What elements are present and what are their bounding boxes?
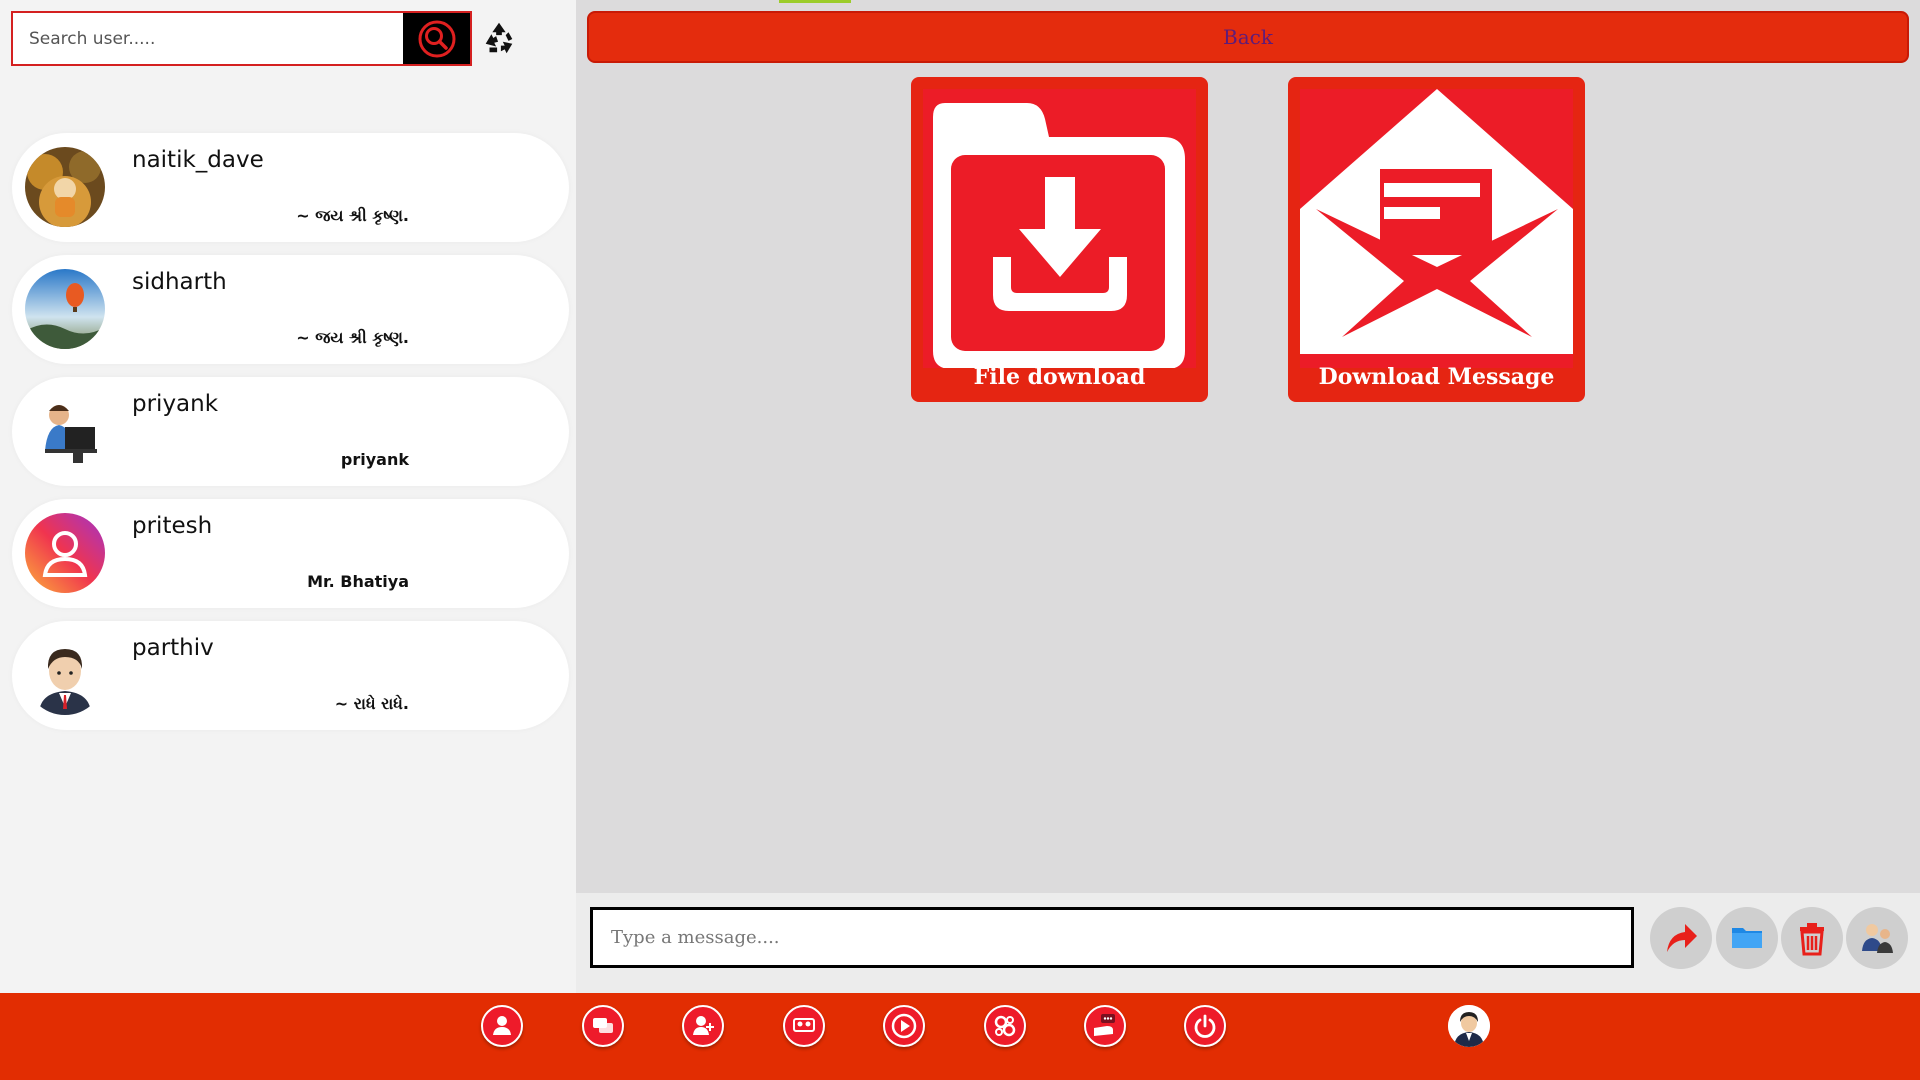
chat-icon [593, 1018, 613, 1033]
send-arrow-icon [1667, 924, 1697, 952]
add-user-icon [693, 1016, 714, 1035]
avatar [25, 391, 105, 471]
user-card-pritesh[interactable]: pritesh Mr. Bhatiya [12, 499, 569, 608]
file-download-label: File download [973, 364, 1146, 390]
recycle-icon[interactable] [480, 19, 518, 57]
profile-icon [1862, 924, 1893, 953]
file-download-tile[interactable]: File download [911, 77, 1208, 402]
user-status: ~ રાધે રાધે. [334, 694, 409, 713]
nav-logout-button[interactable] [1184, 1005, 1226, 1047]
nav-settings-button[interactable] [984, 1005, 1026, 1047]
feedback-icon [1094, 1014, 1115, 1036]
user-card-sidharth[interactable]: sidharth ~ જય શ્રી કૃષ્ણ. [12, 255, 569, 364]
nav-group-button[interactable] [783, 1005, 825, 1047]
user-status: ~ જય શ્રી કૃષ્ણ. [296, 206, 409, 225]
user-card-parthiv[interactable]: parthiv ~ રાધે રાધે. [12, 621, 569, 730]
search-icon [418, 20, 455, 57]
download-message-label: Download Message [1318, 364, 1555, 390]
envelope-message-icon [1300, 89, 1573, 368]
nav-user-button[interactable] [481, 1005, 523, 1047]
user-status: Mr. Bhatiya [307, 572, 409, 591]
sidebar: naitik_dave ~ જય શ્રી કૃષ્ણ. sidharth ~ … [0, 0, 576, 993]
user-name: sidharth [132, 269, 227, 295]
delete-button[interactable] [1781, 907, 1843, 969]
search-box [11, 11, 472, 66]
nav-video-button[interactable] [883, 1005, 925, 1047]
avatar [25, 147, 105, 227]
user-name: parthiv [132, 635, 214, 661]
attach-folder-button[interactable] [1716, 907, 1778, 969]
search-button[interactable] [403, 13, 470, 64]
message-input[interactable] [590, 907, 1634, 968]
bottom-nav [0, 993, 1920, 1080]
user-name: naitik_dave [132, 147, 264, 173]
user-status: ~ જય શ્રી કૃષ્ણ. [296, 328, 409, 347]
search-input[interactable] [13, 13, 403, 64]
user-status: priyank [340, 450, 409, 469]
user-name: priyank [132, 391, 219, 417]
top-accent-strip [779, 0, 851, 3]
avatar [25, 635, 105, 715]
trash-icon [1800, 923, 1824, 956]
user-icon [493, 1016, 511, 1035]
back-button[interactable]: Back [587, 11, 1909, 63]
user-name: pritesh [132, 513, 213, 539]
settings-icon [994, 1015, 1016, 1037]
download-message-tile[interactable]: Download Message [1288, 77, 1585, 402]
user-card-priyank[interactable]: priyank priyank [12, 377, 569, 486]
file-download-icon [923, 89, 1196, 368]
nav-feedback-button[interactable] [1084, 1005, 1126, 1047]
nav-chat-button[interactable] [582, 1005, 624, 1047]
avatar [25, 269, 105, 349]
current-user-avatar[interactable] [1448, 1005, 1490, 1047]
user-card-naitik-dave[interactable]: naitik_dave ~ જય શ્રી કૃષ્ણ. [12, 133, 569, 242]
back-label: Back [1223, 25, 1273, 49]
folder-icon [1732, 928, 1762, 948]
avatar [25, 513, 105, 593]
user-list: naitik_dave ~ જય શ્રી કૃષ્ણ. sidharth ~ … [12, 133, 569, 743]
nav-add-user-button[interactable] [682, 1005, 724, 1047]
video-play-icon [891, 1013, 917, 1039]
power-icon [1194, 1014, 1216, 1038]
group-icon [793, 1018, 815, 1032]
profile-button[interactable] [1846, 907, 1908, 969]
send-button[interactable] [1650, 907, 1712, 969]
